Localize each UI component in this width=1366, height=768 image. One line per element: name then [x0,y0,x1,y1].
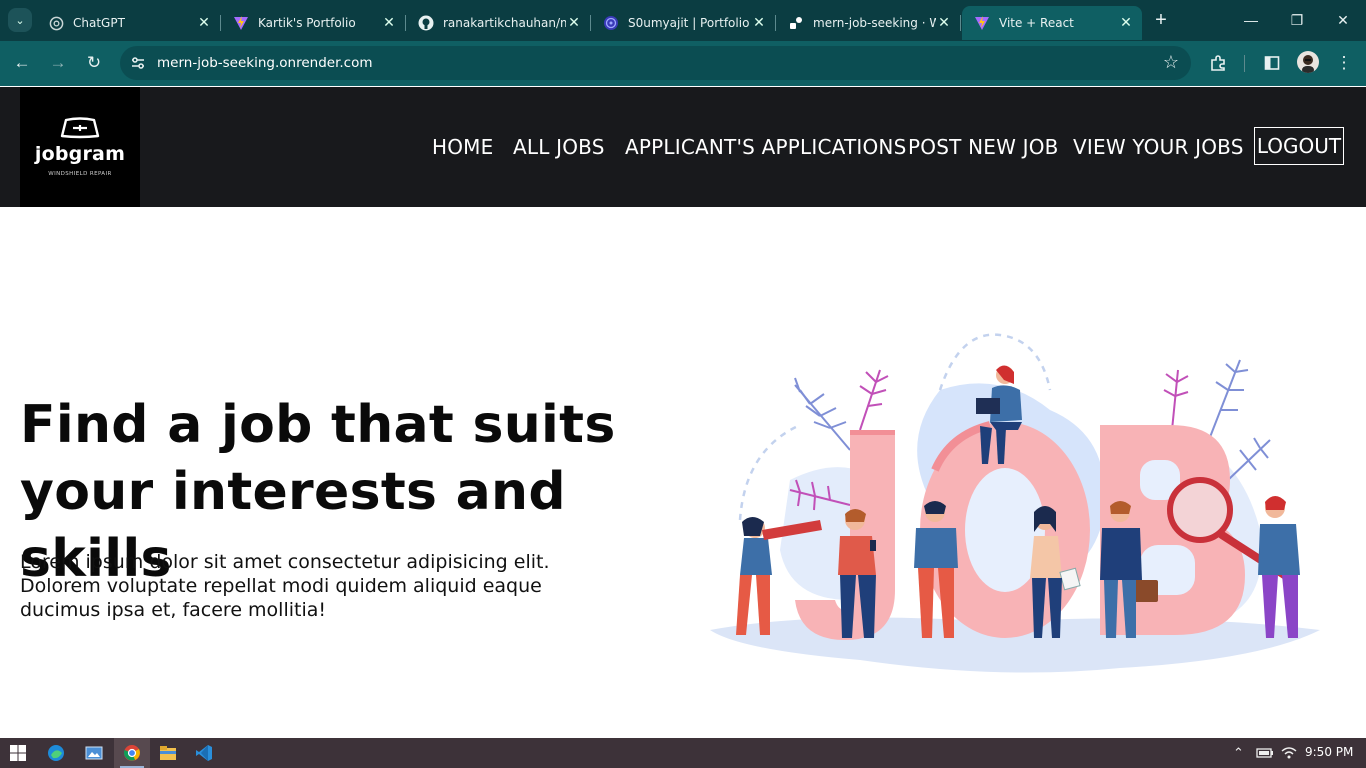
close-tab-icon[interactable]: ✕ [751,15,767,31]
tab-kartiks-portfolio[interactable]: Kartik's Portfolio ✕ [221,6,406,40]
portfolio-icon [603,15,619,31]
nav-home[interactable]: HOME [432,135,493,159]
extensions-button[interactable] [1206,51,1230,75]
chrome-menu-button[interactable]: ⋮ [1332,51,1356,75]
profile-avatar[interactable] [1297,51,1319,73]
windows-start-icon [10,745,26,761]
nav-post-new-job[interactable]: POST NEW JOB [908,135,1059,159]
restore-icon: ❐ [1290,11,1304,28]
taskbar-clock[interactable]: 9:50 PM [1305,745,1353,759]
windshield-logo-icon [60,117,100,139]
tab-search-button[interactable]: ⌄ [8,8,32,32]
bookmark-star-icon[interactable]: ☆ [1163,52,1179,73]
taskbar-edge[interactable] [38,738,74,768]
minimize-icon: — [1244,12,1258,28]
tab-strip: ⌄ ChatGPT ✕ Kartik's Portfolio ✕ ranakar… [0,0,1366,41]
close-icon: ✕ [1337,11,1349,28]
back-button[interactable]: ← [10,51,34,75]
jobgram-logo[interactable]: jobgram WINDSHIELD REPAIR [20,87,140,207]
chatgpt-icon [48,15,64,31]
close-tab-icon[interactable]: ✕ [1118,15,1134,31]
taskbar-photos[interactable] [76,738,112,768]
leaf-left [794,377,851,451]
url-text[interactable]: mern-job-seeking.onrender.com [157,55,373,71]
windows-start-button[interactable] [0,738,36,768]
job-search-illustration [710,333,1320,673]
person-magnifier [1258,496,1300,638]
tab-vite-react[interactable]: Vite + React ✕ [962,6,1142,40]
close-window-button[interactable]: ✕ [1328,8,1358,32]
nav-applicants-applications[interactable]: APPLICANT'S APPLICATIONS [625,135,906,159]
file-explorer-icon [160,746,176,760]
tab-render-dashboard[interactable]: mern-job-seeking · W ✕ [776,6,961,40]
reload-button[interactable]: ↻ [82,51,106,75]
tab-chatgpt[interactable]: ChatGPT ✕ [36,6,221,40]
toolbar-divider [1244,55,1245,72]
github-icon [418,15,434,31]
side-panel-icon [1264,56,1280,70]
photos-icon [85,746,103,760]
taskbar-vscode[interactable] [186,738,222,768]
logo-wordmark: jobgram [34,143,126,165]
chrome-icon [124,745,140,761]
close-tab-icon[interactable]: ✕ [566,15,582,31]
battery-icon[interactable] [1256,747,1274,759]
render-icon [788,15,804,31]
site-info-icon[interactable] [130,55,146,71]
arrow-left-icon: ← [13,53,31,72]
logout-button[interactable]: LOGOUT [1254,127,1344,165]
tray-overflow-chevron-icon[interactable]: ⌃ [1233,745,1244,761]
avatar-icon [1302,55,1314,73]
restore-button[interactable]: ❐ [1282,8,1312,32]
vite-icon [233,15,249,31]
chevron-down-icon: ⌄ [15,14,25,27]
tab-github-repo[interactable]: ranakartikchauhan/m ✕ [406,6,591,40]
nav-all-jobs[interactable]: ALL JOBS [513,135,605,159]
plus-icon: + [1155,8,1167,31]
more-vert-icon: ⋮ [1335,53,1353,72]
forward-button[interactable]: → [46,51,70,75]
browser-toolbar: ← → ↻ mern-job-seeking.onrender.com ☆ ⋮ [0,41,1366,86]
windows-taskbar: ⌃ 9:50 PM [0,738,1366,768]
vite-icon [974,15,990,31]
vscode-icon [196,745,212,761]
taskbar-chrome[interactable] [114,738,150,768]
close-tab-icon[interactable]: ✕ [936,15,952,31]
side-panel-button[interactable] [1260,51,1284,75]
arrow-right-icon: → [49,53,67,72]
address-bar[interactable]: mern-job-seeking.onrender.com ☆ [120,46,1191,80]
nav-view-your-jobs[interactable]: VIEW YOUR JOBS [1073,135,1244,159]
new-tab-button[interactable]: + [1150,8,1172,32]
taskbar-file-explorer[interactable] [150,738,186,768]
minimize-button[interactable]: — [1236,8,1266,32]
reload-icon: ↻ [86,53,102,72]
tab-soumyajit-portfolio[interactable]: S0umyajit | Portfolio ✕ [591,6,776,40]
site-navbar: jobgram WINDSHIELD REPAIR HOME ALL JOBS … [0,87,1366,207]
edge-icon [48,745,64,761]
puzzle-icon [1211,55,1225,71]
close-tab-icon[interactable]: ✕ [381,15,397,31]
logo-tagline: WINDSHIELD REPAIR [48,171,112,177]
close-tab-icon[interactable]: ✕ [196,15,212,31]
wifi-icon[interactable] [1281,746,1297,760]
hero-description: Lorem ipsum dolor sit amet consectetur a… [20,551,550,621]
